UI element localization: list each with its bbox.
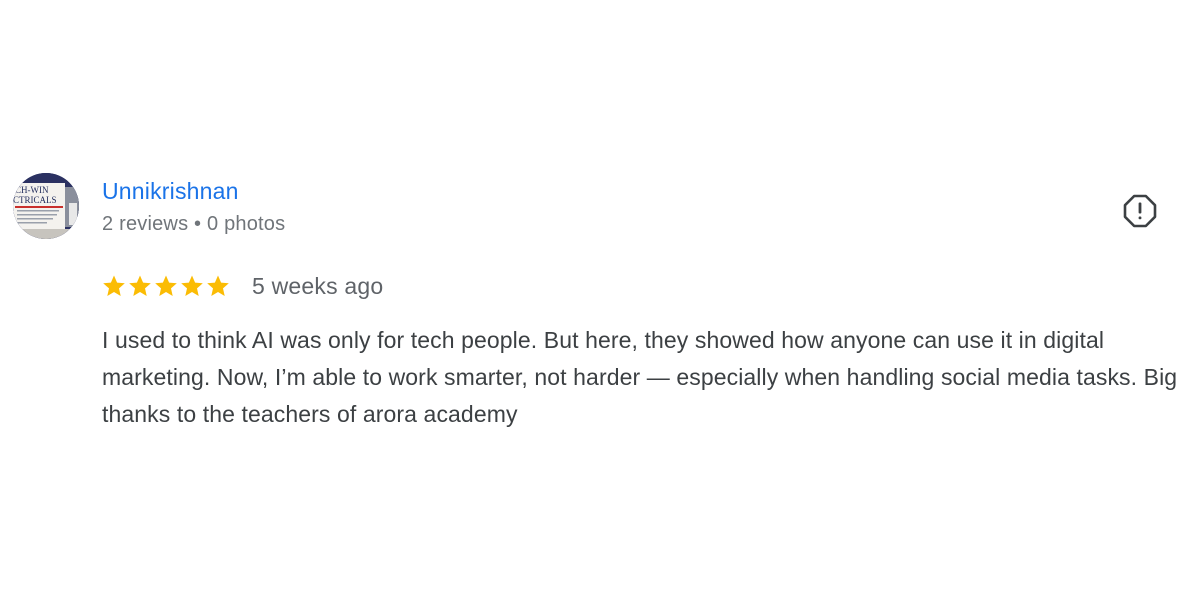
avatar-text-line2: CTRICALS (13, 195, 57, 205)
avatar-image: CH-WIN CTRICALS (13, 173, 79, 239)
review-date: 5 weeks ago (252, 272, 384, 299)
reviewer-meta: 2 reviews • 0 photos (102, 213, 286, 235)
reviewer-name[interactable]: Unnikrishnan (102, 178, 239, 205)
star-icon (181, 275, 203, 296)
rating-row: 5 weeks ago (102, 270, 383, 302)
avatar[interactable]: CH-WIN CTRICALS (13, 173, 79, 239)
review-card: CH-WIN CTRICALS Unnikrishnan 2 reviews •… (0, 0, 1200, 600)
avatar-text-line1: CH-WIN (15, 185, 49, 195)
star-icon (129, 275, 151, 296)
star-rating (102, 274, 230, 298)
review-text: I used to think AI was only for tech peo… (102, 327, 1178, 427)
star-icon (155, 275, 177, 296)
star-icon (207, 275, 229, 296)
report-flag-icon[interactable] (1122, 193, 1158, 229)
star-icon (103, 275, 125, 296)
